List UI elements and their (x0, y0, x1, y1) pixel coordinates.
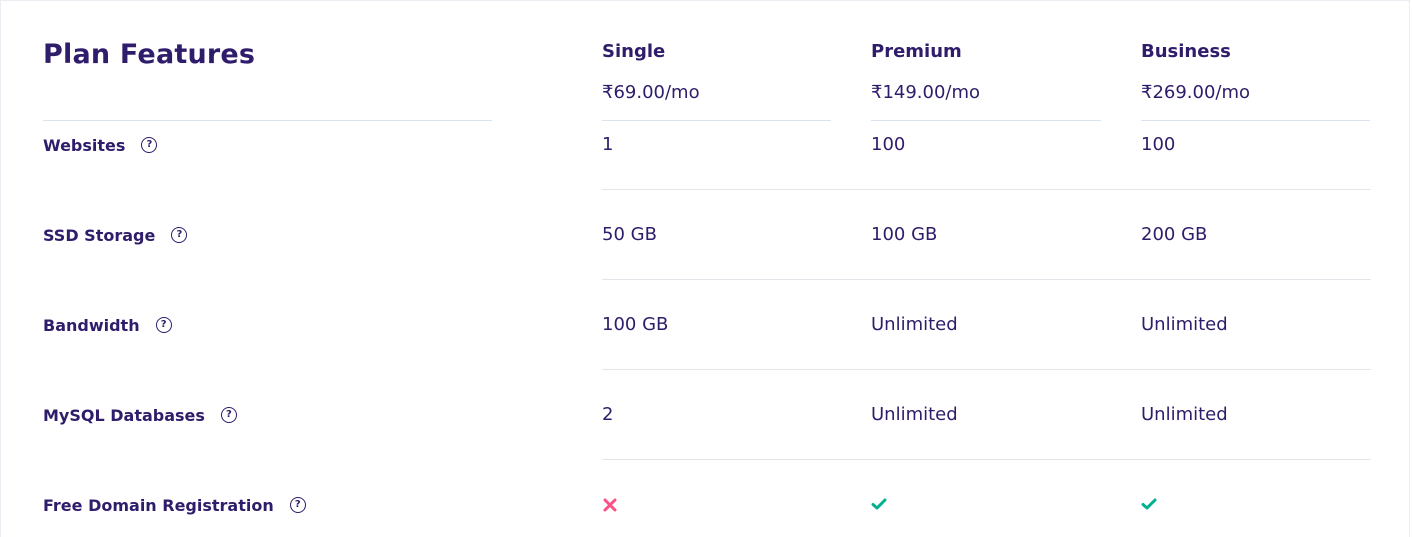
feature-label-websites: Websites ? (43, 133, 158, 157)
feature-label: Free Domain Registration (43, 495, 274, 515)
title-divider (43, 120, 492, 121)
question-circle-icon[interactable]: ? (171, 227, 188, 243)
websites-business: 100 (1141, 134, 1176, 155)
ssd-storage-business: 200 GB (1141, 224, 1208, 245)
feature-label: Bandwidth (43, 315, 140, 335)
ssd-storage-single: 50 GB (602, 224, 657, 245)
page-title: Plan Features (43, 39, 256, 70)
plan-price-premium: ₹149.00/mo (871, 82, 981, 103)
mysql-databases-premium: Unlimited (871, 404, 958, 425)
plan-price-business: ₹269.00/mo (1141, 82, 1251, 103)
feature-label: Websites (43, 135, 126, 155)
plan-divider-business (1141, 120, 1370, 121)
bandwidth-single: 100 GB (602, 314, 669, 335)
plan-price-single: ₹69.00/mo (602, 82, 700, 103)
plan-divider-single (602, 120, 831, 121)
question-circle-icon[interactable]: ? (220, 407, 237, 423)
ssd-storage-premium: 100 GB (871, 224, 938, 245)
check-icon (1141, 498, 1157, 510)
websites-single: 1 (602, 134, 614, 155)
cross-icon (603, 498, 617, 512)
plan-name-premium: Premium (871, 41, 962, 62)
comparison-table: Plan Features Single ₹69.00/mo Premium ₹… (0, 0, 1410, 537)
row-divider (602, 189, 1371, 190)
row-divider (602, 369, 1371, 370)
mysql-databases-single: 2 (602, 404, 614, 425)
mysql-databases-business: Unlimited (1141, 404, 1228, 425)
plan-name-single: Single (602, 41, 666, 62)
feature-label-mysql-databases: MySQL Databases ? (43, 403, 237, 427)
plan-name-business: Business (1141, 41, 1231, 62)
question-circle-icon[interactable]: ? (141, 137, 158, 153)
feature-label-bandwidth: Bandwidth ? (43, 313, 172, 337)
row-divider (602, 459, 1371, 460)
feature-label-ssd-storage: SSD Storage ? (43, 223, 188, 247)
feature-label: MySQL Databases (43, 405, 205, 425)
question-circle-icon[interactable]: ? (155, 317, 172, 333)
plan-divider-premium (871, 120, 1101, 121)
row-divider (602, 279, 1371, 280)
check-icon (871, 498, 887, 510)
bandwidth-premium: Unlimited (871, 314, 958, 335)
bandwidth-business: Unlimited (1141, 314, 1228, 335)
feature-label: SSD Storage (43, 225, 156, 245)
feature-label-free-domain-registration: Free Domain Registration ? (43, 493, 306, 517)
question-circle-icon[interactable]: ? (289, 497, 306, 513)
websites-premium: 100 (871, 134, 906, 155)
